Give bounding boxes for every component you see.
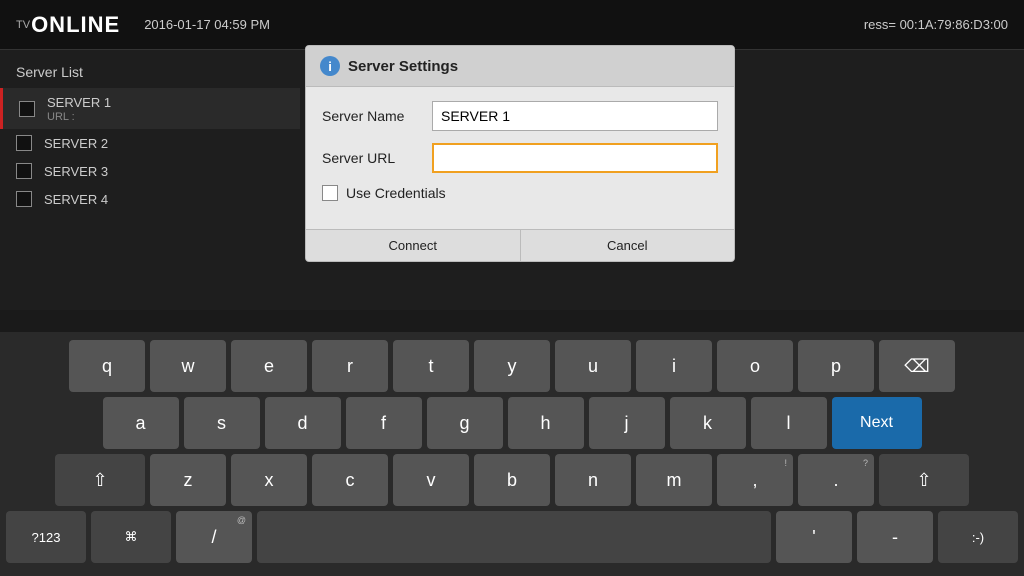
next-button[interactable]: Next xyxy=(832,397,922,449)
server-url-row: Server URL xyxy=(322,143,718,173)
server-name-label: Server Name xyxy=(322,108,432,124)
key-c[interactable]: c xyxy=(312,454,388,506)
keyboard-row-1: q w e r t y u i o p ⌫ xyxy=(6,340,1018,392)
server-4-checkbox[interactable] xyxy=(16,191,32,207)
key-e[interactable]: e xyxy=(231,340,307,392)
header-datetime: 2016-01-17 04:59 PM xyxy=(144,17,270,32)
key-d[interactable]: d xyxy=(265,397,341,449)
header: TV ONLINE 2016-01-17 04:59 PM ress= 00:1… xyxy=(0,0,1024,50)
key-b[interactable]: b xyxy=(474,454,550,506)
key-n[interactable]: n xyxy=(555,454,631,506)
keyboard-row-2: a s d f g h j k l Next xyxy=(6,397,1018,449)
numbers-key[interactable]: ?123 xyxy=(6,511,86,563)
key-comma[interactable]: , ! xyxy=(717,454,793,506)
credentials-row: Use Credentials xyxy=(322,185,718,201)
key-p[interactable]: p xyxy=(798,340,874,392)
server-4-name: SERVER 4 xyxy=(44,192,108,207)
key-a[interactable]: a xyxy=(103,397,179,449)
key-r[interactable]: r xyxy=(312,340,388,392)
shift-left-key[interactable]: ⇧ xyxy=(55,454,145,506)
dialog-info-icon: i xyxy=(320,56,340,76)
key-q[interactable]: q xyxy=(69,340,145,392)
comma-super: ! xyxy=(784,458,787,468)
key-s[interactable]: s xyxy=(184,397,260,449)
key-v[interactable]: v xyxy=(393,454,469,506)
space-key[interactable] xyxy=(257,511,771,563)
key-f[interactable]: f xyxy=(346,397,422,449)
server-list-item-1[interactable]: SERVER 1 URL : xyxy=(0,88,300,129)
dash-key[interactable]: - xyxy=(857,511,933,563)
slash-key[interactable]: / @ xyxy=(176,511,252,563)
key-j[interactable]: j xyxy=(589,397,665,449)
key-m[interactable]: m xyxy=(636,454,712,506)
key-z[interactable]: z xyxy=(150,454,226,506)
server-url-label: Server URL xyxy=(322,150,432,166)
credentials-checkbox[interactable] xyxy=(322,185,338,201)
server-2-name: SERVER 2 xyxy=(44,136,108,151)
slash-super: @ xyxy=(237,515,246,525)
server-list-item-4[interactable]: SERVER 4 xyxy=(0,185,300,213)
symbol-key[interactable]: ⌘ xyxy=(91,511,171,563)
dialog-body: Server Name Server URL Use Credentials xyxy=(306,87,734,229)
key-y[interactable]: y xyxy=(474,340,550,392)
key-h[interactable]: h xyxy=(508,397,584,449)
server-3-name: SERVER 3 xyxy=(44,164,108,179)
logo-tv-text: TV xyxy=(16,19,30,31)
server-list-item-2[interactable]: SERVER 2 xyxy=(0,129,300,157)
connect-button[interactable]: Connect xyxy=(306,230,521,261)
server-list-item-3[interactable]: SERVER 3 xyxy=(0,157,300,185)
key-g[interactable]: g xyxy=(427,397,503,449)
apostrophe-key[interactable]: ' xyxy=(776,511,852,563)
server-3-checkbox[interactable] xyxy=(16,163,32,179)
key-x[interactable]: x xyxy=(231,454,307,506)
server-url-input[interactable] xyxy=(432,143,718,173)
server-list-panel: Server List SERVER 1 URL : SERVER 2 SERV… xyxy=(0,50,300,310)
server-2-checkbox[interactable] xyxy=(16,135,32,151)
server-name-input[interactable] xyxy=(432,101,718,131)
dialog-buttons: Connect Cancel xyxy=(306,229,734,261)
dialog-header: i Server Settings xyxy=(306,46,734,87)
server-settings-dialog: i Server Settings Server Name Server URL… xyxy=(305,45,735,262)
backspace-key[interactable]: ⌫ xyxy=(879,340,955,392)
keyboard-panel: q w e r t y u i o p ⌫ a s d f g h j k l … xyxy=(0,332,1024,576)
server-1-url-label: URL : xyxy=(47,111,111,123)
shift-right-key[interactable]: ⇧ xyxy=(879,454,969,506)
key-l[interactable]: l xyxy=(751,397,827,449)
key-w[interactable]: w xyxy=(150,340,226,392)
server-1-name: SERVER 1 xyxy=(47,95,111,110)
keyboard-row-3: ⇧ z x c v b n m , ! . ? ⇧ xyxy=(6,454,1018,506)
credentials-label: Use Credentials xyxy=(346,185,446,201)
backspace-icon: ⌫ xyxy=(904,356,929,377)
key-o[interactable]: o xyxy=(717,340,793,392)
server-1-checkbox[interactable] xyxy=(19,101,35,117)
dialog-title: Server Settings xyxy=(348,58,458,75)
key-i[interactable]: i xyxy=(636,340,712,392)
smiley-key[interactable]: :-) xyxy=(938,511,1018,563)
period-super: ? xyxy=(863,458,868,468)
key-k[interactable]: k xyxy=(670,397,746,449)
key-u[interactable]: u xyxy=(555,340,631,392)
server-name-row: Server Name xyxy=(322,101,718,131)
logo-online-text: ONLINE xyxy=(31,12,120,38)
logo: TV ONLINE xyxy=(16,12,120,38)
server-list-title: Server List xyxy=(0,60,300,88)
header-mac-address: ress= 00:1A:79:86:D3:00 xyxy=(864,17,1008,32)
key-period[interactable]: . ? xyxy=(798,454,874,506)
key-t[interactable]: t xyxy=(393,340,469,392)
cancel-button[interactable]: Cancel xyxy=(521,230,735,261)
keyboard-row-4: ?123 ⌘ / @ ' - :-) xyxy=(6,511,1018,563)
